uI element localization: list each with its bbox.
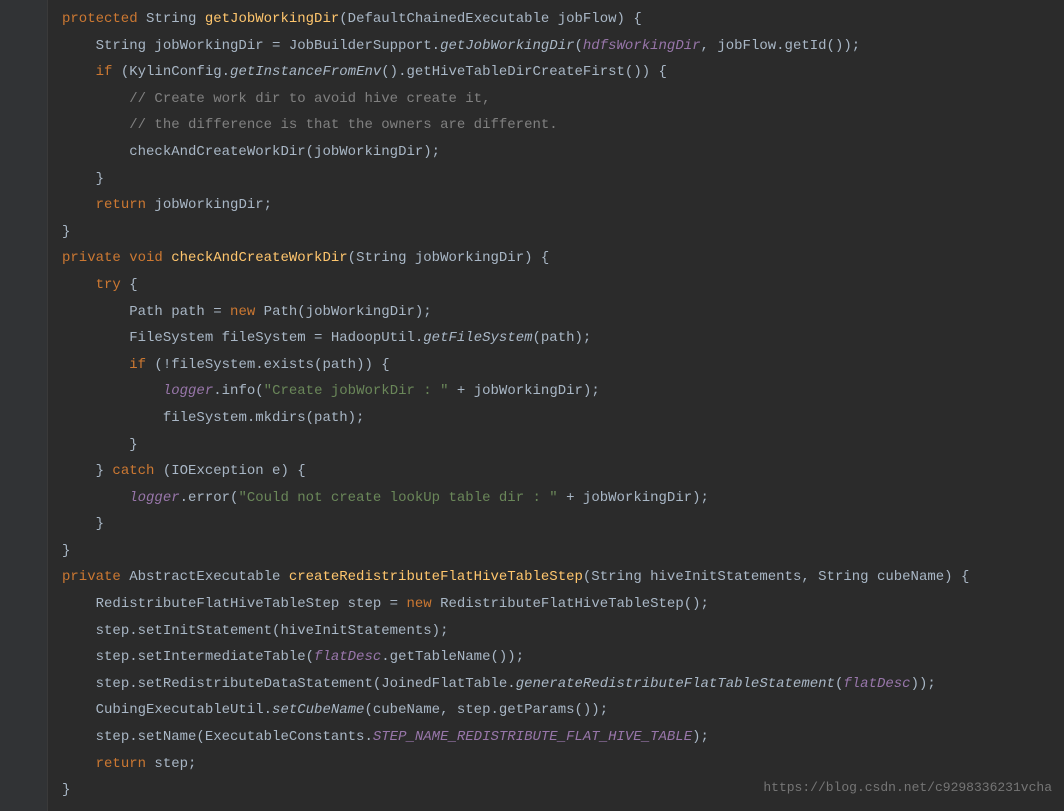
code-line: step.setIntermediateTable(flatDesc.getTa… <box>0 644 1064 671</box>
code-line: if (KylinConfig.getInstanceFromEnv().get… <box>0 59 1064 86</box>
code-line: checkAndCreateWorkDir(jobWorkingDir); <box>0 139 1064 166</box>
code-line: protected String getJobWorkingDir(Defaul… <box>0 6 1064 33</box>
code-line: } catch (IOException e) { <box>0 458 1064 485</box>
code-line: private AbstractExecutable createRedistr… <box>0 564 1064 591</box>
code-line: try { <box>0 272 1064 299</box>
code-line: } <box>0 538 1064 565</box>
code-line: private void checkAndCreateWorkDir(Strin… <box>0 245 1064 272</box>
code-line: fileSystem.mkdirs(path); <box>0 405 1064 432</box>
code-line: Path path = new Path(jobWorkingDir); <box>0 299 1064 326</box>
code-line: return step; <box>0 751 1064 778</box>
code-line: } <box>0 511 1064 538</box>
code-line: logger.info("Create jobWorkDir : " + job… <box>0 378 1064 405</box>
watermark-text: https://blog.csdn.net/c9298336231vcha <box>763 776 1052 801</box>
code-line: } <box>0 219 1064 246</box>
code-line: return jobWorkingDir; <box>0 192 1064 219</box>
code-line: } <box>0 166 1064 193</box>
editor-gutter <box>0 0 48 811</box>
code-line: logger.error("Could not create lookUp ta… <box>0 485 1064 512</box>
code-line: RedistributeFlatHiveTableStep step = new… <box>0 591 1064 618</box>
code-line: FileSystem fileSystem = HadoopUtil.getFi… <box>0 325 1064 352</box>
code-line: // the difference is that the owners are… <box>0 112 1064 139</box>
code-line: String jobWorkingDir = JobBuilderSupport… <box>0 33 1064 60</box>
code-editor: protected String getJobWorkingDir(Defaul… <box>0 6 1064 804</box>
code-line: // Create work dir to avoid hive create … <box>0 86 1064 113</box>
code-line: CubingExecutableUtil.setCubeName(cubeNam… <box>0 697 1064 724</box>
code-line: step.setInitStatement(hiveInitStatements… <box>0 618 1064 645</box>
code-line: if (!fileSystem.exists(path)) { <box>0 352 1064 379</box>
code-line: step.setRedistributeDataStatement(Joined… <box>0 671 1064 698</box>
code-line: } <box>0 432 1064 459</box>
code-line: step.setName(ExecutableConstants.STEP_NA… <box>0 724 1064 751</box>
